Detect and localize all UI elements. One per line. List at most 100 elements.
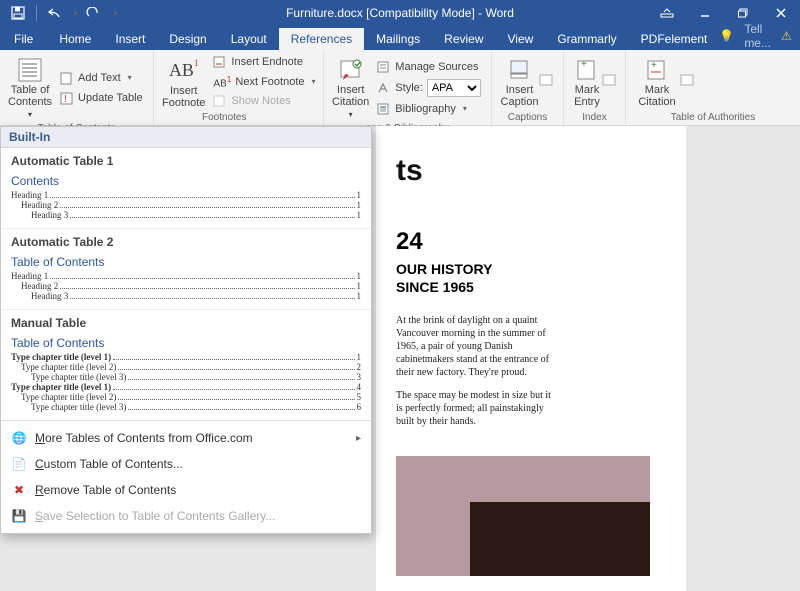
undo-history-dropdown[interactable]	[69, 2, 79, 24]
authorities-extra-icon[interactable]	[680, 74, 696, 88]
mark-citation-icon: +	[642, 56, 672, 84]
chevron-right-icon: ▸	[356, 433, 361, 444]
insert-citation-button[interactable]: Insert Citation ▾	[332, 54, 369, 121]
toc-option-title: Automatic Table 1	[11, 154, 361, 168]
window-title: Furniture.docx [Compatibility Mode] - Wo…	[286, 6, 514, 20]
group-authorities-label: Table of Authorities	[634, 110, 792, 123]
tab-home[interactable]: Home	[47, 28, 103, 50]
toc-option-title: Automatic Table 2	[11, 235, 361, 249]
tab-references[interactable]: References	[279, 28, 364, 50]
insert-endnote-button[interactable]: Insert Endnote	[209, 54, 319, 70]
toc-option-title: Manual Table	[11, 316, 361, 330]
toc-gallery-header: Built-In	[1, 127, 371, 148]
add-text-label: Add Text	[78, 72, 121, 84]
add-text-button[interactable]: + Add Text	[56, 69, 147, 87]
insert-caption-button[interactable]: Insert Caption	[500, 54, 539, 108]
svg-text:!: !	[64, 94, 67, 105]
chapter-number: 24	[396, 228, 650, 256]
toc-label: Table of Contents	[8, 84, 52, 108]
insert-footnote-icon: AB1	[169, 57, 199, 85]
remove-icon: ✖	[11, 482, 27, 498]
file-tab[interactable]: File	[0, 28, 47, 50]
update-table-label: Update Table	[78, 92, 143, 104]
toc-option-automatic-table-1[interactable]: Automatic Table 1 Contents Heading 11 He…	[1, 148, 371, 229]
tell-me-search[interactable]: Tell me...	[744, 22, 771, 50]
next-footnote-icon: AB1	[213, 74, 231, 89]
group-index-label: Index	[572, 110, 617, 123]
toc-gallery-dropdown: Built-In Automatic Table 1 Contents Head…	[0, 126, 372, 534]
toc-menu-more-office[interactable]: 🌐 MMore Tables of Contents from Office.c…	[1, 425, 371, 451]
tab-pdfelement[interactable]: PDFelement	[629, 28, 720, 50]
mark-entry-button[interactable]: + Mark Entry	[572, 54, 602, 108]
title-bar: Furniture.docx [Compatibility Mode] - Wo…	[0, 0, 800, 26]
style-dropdown[interactable]: APA	[427, 79, 481, 97]
toc-menu: 🌐 MMore Tables of Contents from Office.c…	[1, 421, 371, 533]
svg-text:+: +	[581, 59, 587, 70]
insert-citation-icon	[336, 56, 366, 84]
show-notes-icon	[213, 95, 227, 107]
manage-sources-button[interactable]: Manage Sources	[373, 59, 485, 75]
chapter-title: OUR HISTORY SINCE 1965	[396, 260, 650, 296]
toc-option-manual-table[interactable]: Manual Table Table of Contents Type chap…	[1, 310, 371, 421]
mark-citation-button[interactable]: + Mark Citation	[634, 54, 680, 108]
redo-icon[interactable]	[81, 2, 105, 24]
show-notes-button[interactable]: Show Notes	[209, 93, 319, 109]
canvas-gutter	[690, 126, 800, 591]
tab-grammarly[interactable]: Grammarly	[545, 28, 628, 50]
svg-text:+: +	[651, 60, 657, 71]
insert-caption-icon	[505, 56, 535, 84]
tab-insert[interactable]: Insert	[103, 28, 157, 50]
undo-icon[interactable]	[43, 2, 67, 24]
svg-text:+: +	[73, 71, 74, 79]
document-icon: 📄	[11, 456, 27, 472]
group-captions-label: Captions	[500, 110, 555, 123]
body-paragraph: The space may be modest in size but it i…	[396, 389, 556, 428]
table-of-contents-button[interactable]: Table of Contents ▾	[8, 54, 52, 121]
document-image	[396, 456, 650, 576]
ribbon-tabstrip: File Home Insert Design Layout Reference…	[0, 26, 800, 50]
table-of-contents-icon	[15, 56, 45, 84]
index-extra-icon[interactable]	[602, 74, 618, 88]
toc-preview-heading: Contents	[11, 174, 361, 188]
tab-view[interactable]: View	[496, 28, 546, 50]
toc-menu-custom[interactable]: 📄 Custom Table of Contents...	[1, 451, 371, 477]
toc-menu-save-selection: 💾 Save Selection to Table of Contents Ga…	[1, 503, 371, 529]
next-footnote-button[interactable]: AB1 Next Footnote	[209, 72, 319, 91]
toc-preview-heading: Table of Contents	[11, 336, 361, 350]
ribbon-options-icon[interactable]	[648, 0, 686, 26]
update-table-button[interactable]: ! Update Table	[56, 89, 147, 107]
tab-design[interactable]: Design	[157, 28, 218, 50]
globe-icon: 🌐	[11, 430, 27, 446]
tab-layout[interactable]: Layout	[219, 28, 279, 50]
captions-extra-icon[interactable]	[539, 74, 555, 88]
save-to-gallery-icon: 💾	[11, 508, 27, 524]
warning-icon[interactable]: ⚠	[781, 29, 792, 43]
toc-menu-remove[interactable]: ✖ Remove Table of Contents	[1, 477, 371, 503]
body-paragraph: At the brink of daylight on a quaint Van…	[396, 314, 556, 379]
mark-entry-icon: +	[572, 56, 602, 84]
bibliography-button[interactable]: Bibliography	[373, 101, 485, 117]
quick-access-toolbar	[0, 2, 121, 24]
qat-customize-dropdown[interactable]	[107, 2, 121, 24]
insert-footnote-button[interactable]: AB1 Insert Footnote	[162, 55, 205, 109]
partial-heading: ts	[396, 154, 650, 188]
tab-review[interactable]: Review	[432, 28, 495, 50]
save-icon[interactable]	[6, 2, 30, 24]
group-footnotes-label: Footnotes	[162, 110, 315, 123]
document-area[interactable]: ts 24 OUR HISTORY SINCE 1965 At the brin…	[372, 126, 800, 591]
style-label: Style:	[395, 82, 423, 94]
manage-sources-icon	[377, 61, 391, 73]
tab-mailings[interactable]: Mailings	[364, 28, 432, 50]
minimize-icon[interactable]	[686, 0, 724, 26]
citation-style-selector[interactable]: Style: APA	[373, 77, 485, 99]
insert-endnote-icon	[213, 56, 227, 68]
style-icon	[377, 82, 391, 94]
document-page[interactable]: ts 24 OUR HISTORY SINCE 1965 At the brin…	[376, 126, 686, 591]
toc-preview-heading: Table of Contents	[11, 255, 361, 269]
toc-option-automatic-table-2[interactable]: Automatic Table 2 Table of Contents Head…	[1, 229, 371, 310]
bibliography-icon	[377, 103, 391, 115]
update-table-icon: !	[60, 91, 74, 105]
lightbulb-icon: 💡	[719, 29, 734, 43]
ribbon: Table of Contents ▾ + Add Text ! Update …	[0, 50, 800, 126]
add-text-icon: +	[60, 71, 74, 85]
